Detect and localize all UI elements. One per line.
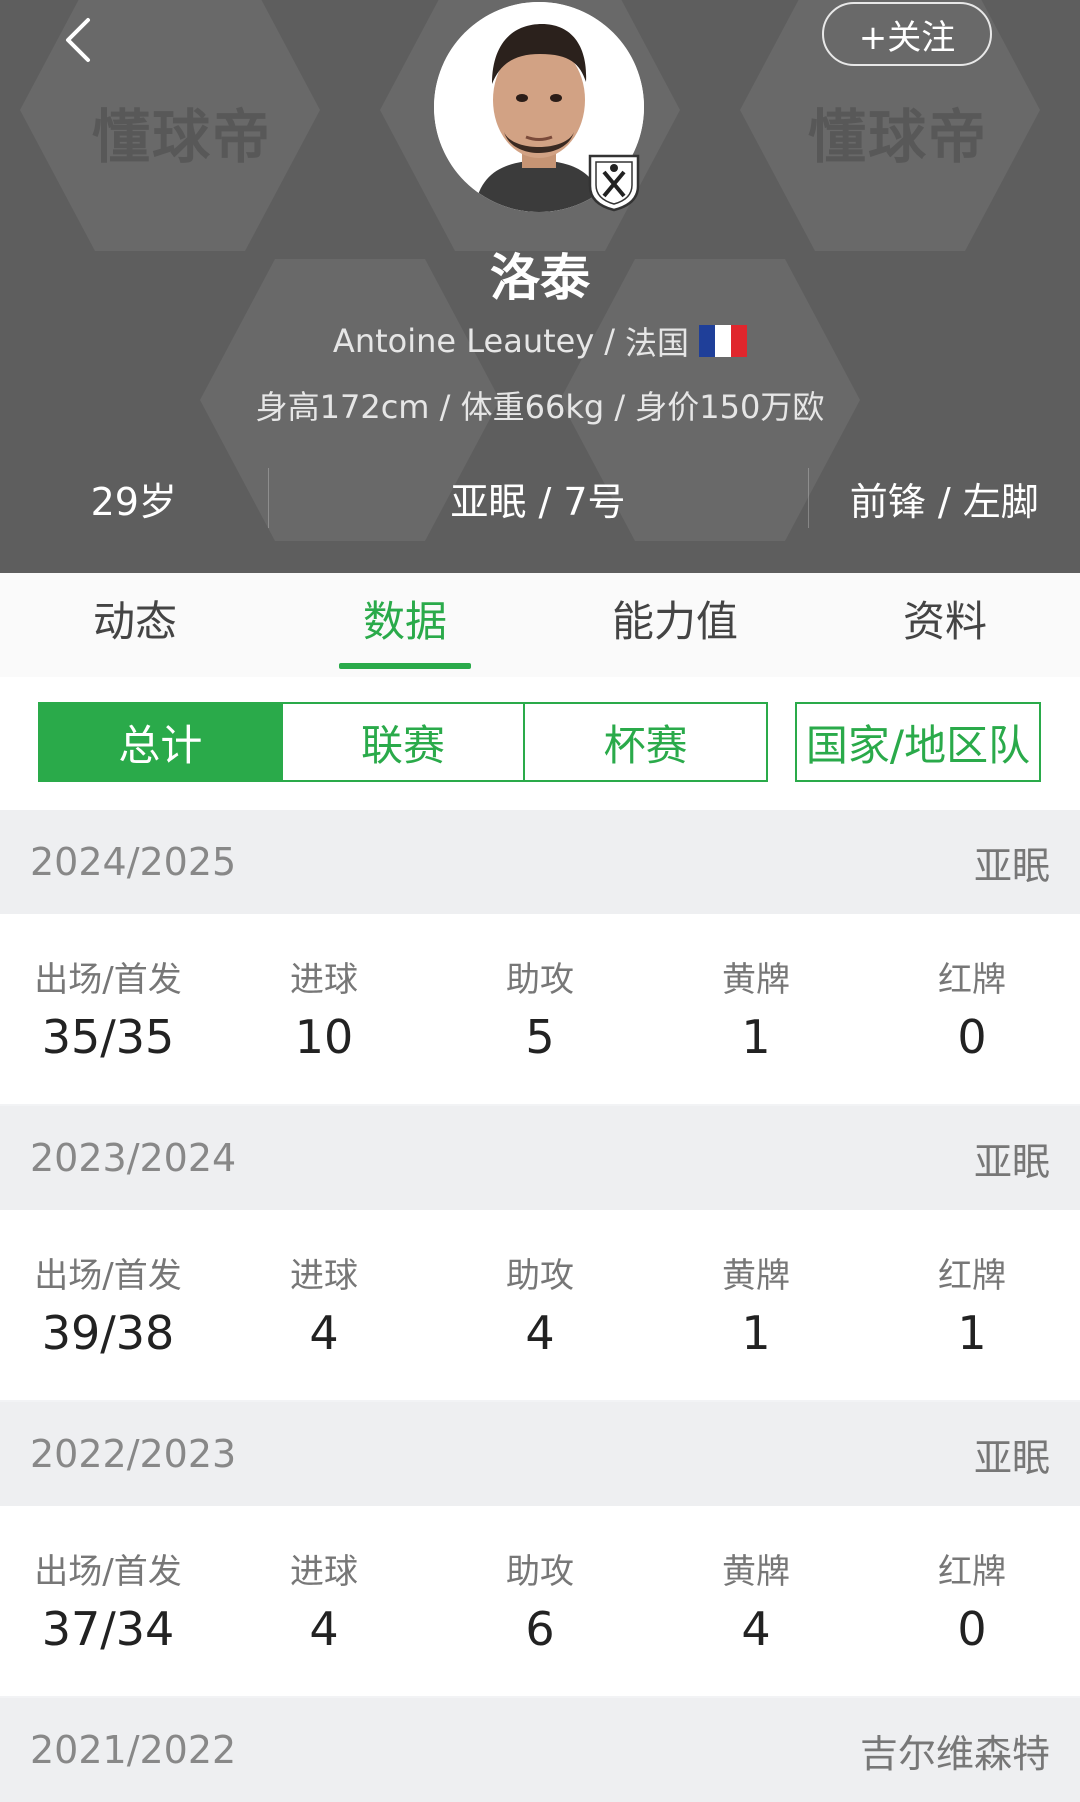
stat-red-cards: 红牌 0 <box>864 952 1080 1104</box>
stat-assists: 助攻 6 <box>432 1544 648 1696</box>
season-team[interactable]: 亚眠 <box>974 1131 1050 1186</box>
stat-value: 1 <box>864 1306 1080 1360</box>
tab-label: 能力值 <box>612 597 738 646</box>
stat-label: 出场/首发 <box>0 952 216 996</box>
stat-value: 6 <box>432 1602 648 1656</box>
tab-data[interactable]: 数据 <box>270 573 540 677</box>
body-info: 身高172cm / 体重66kg / 身价150万欧 <box>0 382 1080 428</box>
stat-value: 4 <box>216 1306 432 1360</box>
stat-yellow-cards: 黄牌 4 <box>648 1544 864 1696</box>
stat-appearances: 出场/首发 35/35 <box>0 952 216 1104</box>
stat-value: 0 <box>864 1010 1080 1064</box>
stat-label: 出场/首发 <box>0 1544 216 1588</box>
season-team[interactable]: 亚眠 <box>974 1427 1050 1482</box>
player-header: 懂球帝 懂球帝 +关注 洛泰 Antoine Leautey / 法国 <box>0 0 1080 573</box>
stat-label: 红牌 <box>864 952 1080 996</box>
watermark-logo: 懂球帝 <box>92 90 272 174</box>
stat-value: 1 <box>648 1010 864 1064</box>
tab-label: 资料 <box>903 597 987 646</box>
stat-label: 进球 <box>216 1544 432 1588</box>
tab-news[interactable]: 动态 <box>0 573 270 677</box>
stat-value: 4 <box>216 1602 432 1656</box>
stat-goals: 进球 4 <box>216 1248 432 1400</box>
stat-appearances: 出场/首发 39/38 <box>0 1248 216 1400</box>
stat-value: 37/34 <box>0 1602 216 1656</box>
watermark-logo: 懂球帝 <box>808 90 988 174</box>
tab-label: 数据 <box>363 597 447 646</box>
stat-label: 助攻 <box>432 1544 648 1588</box>
stat-label: 出场/首发 <box>0 1248 216 1292</box>
back-button[interactable] <box>52 10 102 70</box>
season-header: 2023/2024 亚眠 <box>0 1106 1080 1210</box>
stat-value: 0 <box>864 1602 1080 1656</box>
season-year: 2022/2023 <box>30 1432 236 1476</box>
stat-value: 10 <box>216 1010 432 1064</box>
competition-filter: 总计 联赛 杯赛 国家/地区队 <box>0 677 1080 810</box>
season-team[interactable]: 吉尔维森特 <box>860 1723 1050 1778</box>
season-header: 2024/2025 亚眠 <box>0 810 1080 914</box>
stat-red-cards: 红牌 1 <box>864 1248 1080 1400</box>
follow-button[interactable]: +关注 <box>822 2 992 66</box>
stat-label: 助攻 <box>432 952 648 996</box>
player-info-row: 29岁 亚眠 / 7号 前锋 / 左脚 <box>0 466 1080 530</box>
stat-assists: 助攻 5 <box>432 952 648 1104</box>
stat-label: 助攻 <box>432 1248 648 1292</box>
active-tab-indicator <box>339 663 471 669</box>
stat-value: 5 <box>432 1010 648 1064</box>
stat-goals: 进球 10 <box>216 952 432 1104</box>
tab-bar: 动态 数据 能力值 资料 <box>0 573 1080 677</box>
stat-appearances: 出场/首发 37/34 <box>0 1544 216 1696</box>
stat-value: 35/35 <box>0 1010 216 1064</box>
stat-label: 黄牌 <box>648 1248 864 1292</box>
segment-group: 总计 联赛 杯赛 <box>38 702 768 782</box>
tab-ability[interactable]: 能力值 <box>540 573 810 677</box>
stat-assists: 助攻 4 <box>432 1248 648 1400</box>
stat-goals: 进球 4 <box>216 1544 432 1696</box>
player-subtitle: Antoine Leautey / 法国 <box>0 318 1080 364</box>
player-club-number[interactable]: 亚眠 / 7号 <box>269 471 808 526</box>
season-stats-row: 出场/首发 35/35 进球 10 助攻 5 黄牌 1 红牌 0 <box>0 914 1080 1104</box>
season-header: 2021/2022 吉尔维森特 <box>0 1698 1080 1802</box>
segment-national-team[interactable]: 国家/地区队 <box>795 702 1041 782</box>
season-stats-row: 出场/首发 37/34 进球 4 助攻 6 黄牌 4 红牌 0 <box>0 1506 1080 1696</box>
stat-value: 39/38 <box>0 1306 216 1360</box>
player-age: 29岁 <box>0 471 268 526</box>
stat-value: 1 <box>648 1306 864 1360</box>
season-year: 2023/2024 <box>30 1136 236 1180</box>
tab-label: 动态 <box>93 597 177 646</box>
chevron-left-icon <box>62 16 92 64</box>
tab-profile[interactable]: 资料 <box>810 573 1080 677</box>
separator: / <box>604 322 615 360</box>
season-year: 2024/2025 <box>30 840 236 884</box>
season-header: 2022/2023 亚眠 <box>0 1402 1080 1506</box>
club-badge-icon <box>588 152 640 212</box>
stat-label: 黄牌 <box>648 952 864 996</box>
stat-yellow-cards: 黄牌 1 <box>648 952 864 1104</box>
player-name: 洛泰 <box>0 238 1080 310</box>
flag-stripe-red <box>731 325 747 357</box>
stat-label: 红牌 <box>864 1248 1080 1292</box>
stat-label: 进球 <box>216 952 432 996</box>
stat-red-cards: 红牌 0 <box>864 1544 1080 1696</box>
segment-total[interactable]: 总计 <box>40 704 281 780</box>
nationality: 法国 <box>625 318 689 364</box>
english-name: Antoine Leautey <box>333 322 594 360</box>
player-position-foot: 前锋 / 左脚 <box>809 471 1080 526</box>
season-stats-list: 2024/2025 亚眠 出场/首发35/35 进球10 助攻5 黄牌1 红牌0… <box>0 810 1080 1802</box>
season-year: 2021/2022 <box>30 1728 236 1772</box>
stat-label: 进球 <box>216 1248 432 1292</box>
flag-stripe-blue <box>699 325 715 357</box>
season-stats-row: 出场/首发39/38 进球4 助攻4 黄牌1 红牌1 <box>0 1210 1080 1400</box>
stat-label: 黄牌 <box>648 1544 864 1588</box>
segment-league[interactable]: 联赛 <box>281 704 524 780</box>
france-flag-icon <box>699 325 747 357</box>
stat-value: 4 <box>648 1602 864 1656</box>
stat-yellow-cards: 黄牌 1 <box>648 1248 864 1400</box>
stat-label: 红牌 <box>864 1544 1080 1588</box>
season-team[interactable]: 亚眠 <box>974 835 1050 890</box>
stat-value: 4 <box>432 1306 648 1360</box>
flag-stripe-white <box>715 325 731 357</box>
segment-cup[interactable]: 杯赛 <box>523 704 766 780</box>
